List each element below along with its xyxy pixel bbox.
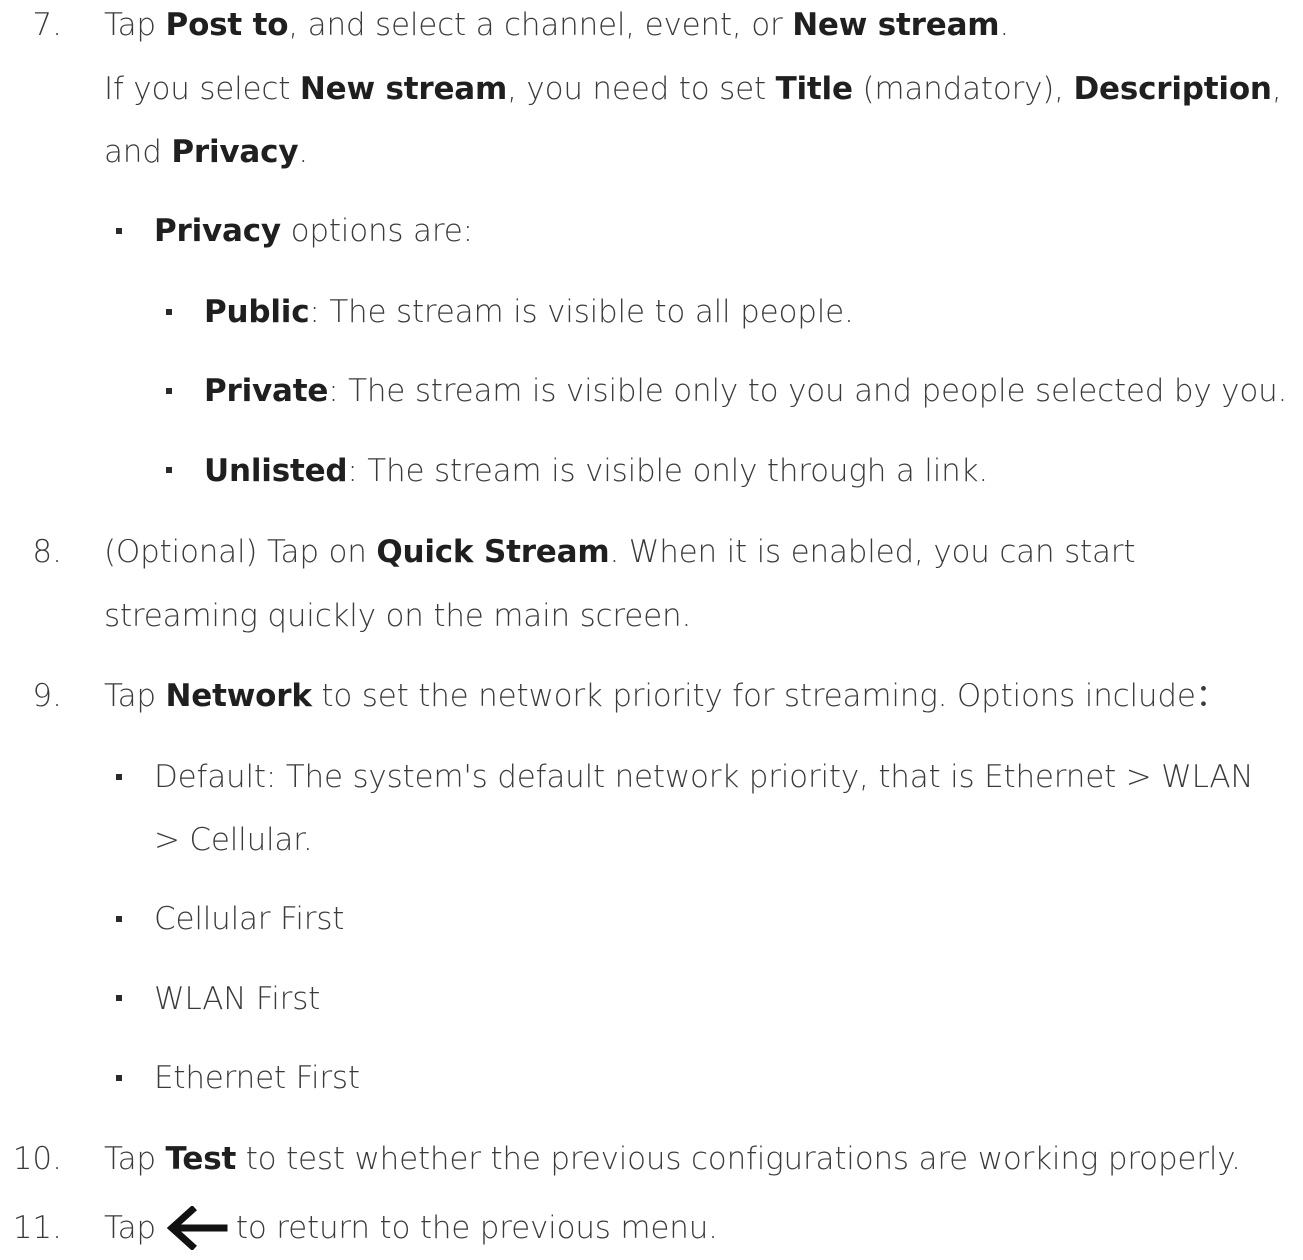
privacy-option-public: Public: The stream is visible to all peo…: [204, 294, 854, 330]
bullet-icon: [116, 1075, 122, 1081]
bullet-icon: [166, 309, 172, 315]
privacy-option-private: Private: The stream is visible only to y…: [204, 373, 1288, 409]
step-9-line-1: Tap Network to set the network priority …: [104, 678, 1227, 714]
step-8-line-1: (Optional) Tap on Quick Stream. When it …: [104, 534, 1136, 570]
back-arrow-icon: [166, 1205, 228, 1250]
bullet-icon: [116, 228, 122, 234]
step-10-number: 10.: [12, 1141, 62, 1177]
bullet-icon: [166, 388, 172, 394]
step-7-number: 7.: [32, 7, 62, 43]
bullet-icon: [116, 774, 122, 780]
network-option-cellular-first: Cellular First: [154, 901, 345, 937]
network-option-default-line-2: > Cellular.: [154, 822, 313, 858]
privacy-options-intro: Privacy options are:: [154, 213, 473, 249]
bullet-icon: [116, 995, 122, 1001]
step-7-line-2: If you select New stream, you need to se…: [104, 71, 1282, 107]
privacy-option-unlisted: Unlisted: The stream is visible only thr…: [204, 453, 988, 489]
network-option-ethernet-first: Ethernet First: [154, 1060, 360, 1096]
network-option-wlan-first: WLAN First: [154, 981, 321, 1017]
bullet-icon: [116, 916, 122, 922]
step-11-number: 11.: [12, 1210, 62, 1246]
bullet-icon: [166, 467, 172, 473]
step-8-line-2: streaming quickly on the main screen.: [104, 598, 692, 634]
step-7-line-3: and Privacy.: [104, 134, 308, 170]
step-11-line: Tap to return to the previous menu.: [104, 1205, 718, 1250]
step-8-number: 8.: [32, 534, 62, 570]
step-10-line: Tap Test to test whether the previous co…: [104, 1141, 1241, 1177]
step-7-line-1: Tap Post to, and select a channel, event…: [104, 7, 1010, 43]
network-option-default-line-1: Default: The system's default network pr…: [154, 759, 1254, 795]
step-9-number: 9.: [32, 678, 62, 714]
